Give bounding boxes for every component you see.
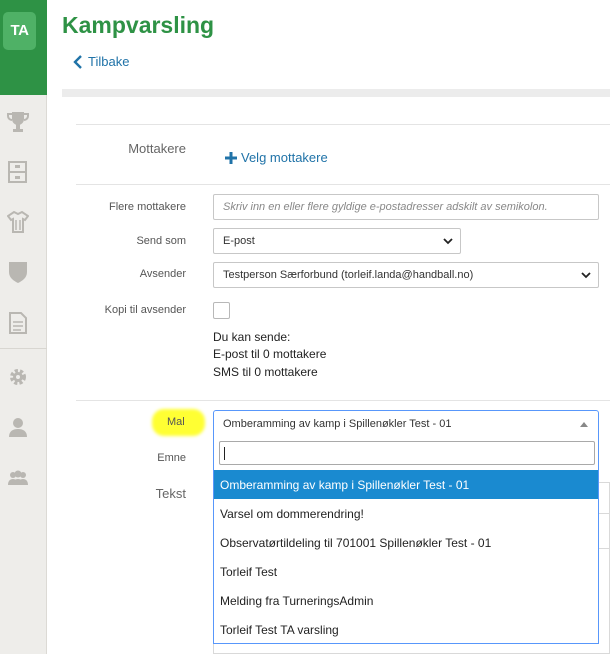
more-recipients-placeholder: Skriv inn en eller flere gyldige e-posta… [223,201,548,213]
plus-icon [225,151,237,164]
caret-up-icon [580,422,588,427]
more-recipients-label: Flere mottakere [108,201,186,213]
ta-logo[interactable]: TA [3,12,36,50]
template-option[interactable]: Observatørtildeling til 701001 Spillenøk… [214,528,598,557]
jersey-icon[interactable] [7,210,29,234]
users-icon[interactable] [7,465,29,489]
chevron-down-icon [443,238,453,245]
back-link[interactable]: Tilbake [73,54,129,69]
copy-to-sender-label: Kopi til avsender [104,304,186,316]
template-option[interactable]: Melding fra TurneringsAdmin [214,586,598,615]
divider [76,184,610,185]
text-label: Tekst [155,486,186,501]
template-option[interactable]: Omberamming av kamp i Spillenøkler Test … [214,470,598,499]
user-icon[interactable] [7,415,29,439]
editor-toolbar [598,513,610,549]
sidebar-divider [0,348,47,349]
send-as-label: Send som [136,235,186,247]
choose-recipients-button[interactable]: Velg mottakere [225,150,328,165]
sms-count: SMS til 0 mottakere [213,365,318,379]
more-recipients-input[interactable]: Skriv inn en eller flere gyldige e-posta… [213,194,599,220]
template-option[interactable]: Torleif Test [214,557,598,586]
can-send-heading: Du kan sende: [213,330,291,344]
divider [76,124,610,125]
page-title: Kampvarsling [62,12,215,38]
shield-icon[interactable] [7,260,29,284]
sender-select[interactable]: Testperson Særforbund (torleif.landa@han… [213,262,599,288]
gear-icon[interactable] [7,365,29,389]
template-select[interactable]: Omberamming av kamp i Spillenøkler Test … [213,410,599,438]
text-caret [224,447,225,460]
send-as-value: E-post [223,235,255,247]
sidebar: TA [0,0,47,654]
chevron-down-icon [581,272,591,279]
template-dropdown: Omberamming av kamp i Spillenøkler Test … [213,437,599,644]
divider [76,400,610,401]
choose-recipients-label: Velg mottakere [241,150,328,165]
sender-value: Testperson Særforbund (torleif.landa@han… [223,269,474,281]
sender-label: Avsender [139,268,186,280]
template-selected-value: Omberamming av kamp i Spillenøkler Test … [223,418,452,430]
copy-to-sender-checkbox[interactable] [213,302,230,319]
logo-block: TA [0,0,47,95]
chevron-left-icon [73,54,82,69]
calendar-icon[interactable] [7,160,29,184]
template-option[interactable]: Varsel om dommerendring! [214,499,598,528]
email-count: E-post til 0 mottakere [213,347,327,361]
header-divider-band [62,89,610,97]
document-icon[interactable] [7,311,29,335]
subject-label: Emne [157,452,186,464]
template-label: Mal [167,416,185,428]
back-link-label: Tilbake [88,54,130,69]
send-as-select[interactable]: E-post [213,228,461,254]
recipients-label: Mottakere [128,141,186,156]
template-search-input[interactable] [219,441,595,465]
trophy-icon[interactable] [7,110,29,134]
template-option[interactable]: Torleif Test TA varsling [214,615,598,644]
